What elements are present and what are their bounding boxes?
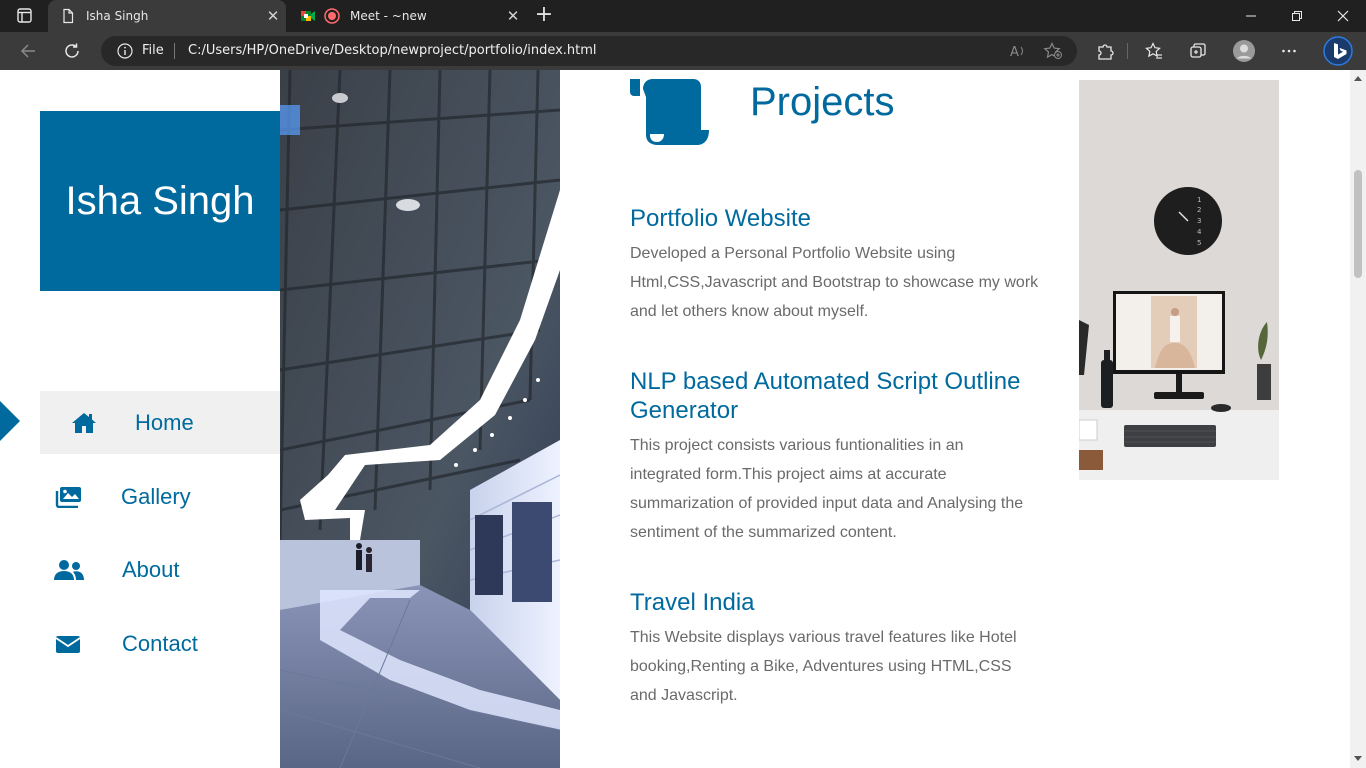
nav-label: Gallery	[121, 483, 191, 509]
refresh-icon	[65, 43, 79, 58]
tab-meet[interactable]: Meet - ~new ✕	[288, 0, 526, 32]
nav-contact[interactable]: Contact	[40, 612, 280, 675]
project-description: Developed a Personal Portfolio Website u…	[630, 245, 1039, 320]
address-separator	[174, 43, 175, 59]
svg-text:3: 3	[1197, 217, 1201, 225]
meet-icon	[301, 11, 315, 21]
page-viewport: Isha Singh Home Gallery About Contact Pr…	[0, 70, 1350, 768]
project-title: NLP based Automated Script Outline Gener…	[630, 368, 1021, 424]
project-title: Travel India	[630, 589, 755, 616]
profile-button[interactable]	[1230, 37, 1258, 65]
collections-icon	[1190, 43, 1206, 58]
url-text[interactable]: C:/Users/HP/OneDrive/Desktop/newproject/…	[188, 43, 597, 58]
read-aloud-icon[interactable]: A	[1009, 42, 1027, 60]
site-info-label[interactable]: File	[142, 43, 164, 58]
restore-button[interactable]	[1274, 0, 1320, 32]
tab-close-button[interactable]: ✕	[500, 7, 526, 25]
minimize-button[interactable]	[1228, 0, 1274, 32]
scroll-thumb[interactable]	[1354, 170, 1362, 278]
tab-title: Meet - ~new	[350, 9, 427, 23]
restore-icon	[1292, 11, 1302, 21]
close-icon	[1337, 10, 1349, 22]
toolbar-divider	[1127, 43, 1128, 59]
svg-text:2: 2	[1197, 206, 1201, 214]
tab-title: Isha Singh	[86, 9, 149, 23]
page-icon	[63, 8, 74, 24]
extensions-button[interactable]	[1091, 37, 1119, 65]
bing-button[interactable]	[1322, 35, 1354, 67]
svg-text:5: 5	[1197, 239, 1201, 247]
desk-photo: 1 2 3 4 5	[1079, 80, 1279, 480]
add-favorite-icon[interactable]	[1043, 42, 1063, 60]
nav-label: Home	[135, 409, 194, 435]
project-description: This project consists various funtionali…	[630, 437, 1024, 541]
gallery-icon	[54, 485, 84, 509]
nav-label: Contact	[122, 630, 198, 656]
tab-isha-singh[interactable]: Isha Singh ✕	[48, 0, 286, 32]
settings-menu-button[interactable]	[1275, 37, 1303, 65]
nav-label: About	[122, 556, 180, 582]
scroll-up-arrow-icon[interactable]	[1354, 76, 1362, 81]
bing-icon	[1323, 36, 1353, 66]
collections-button[interactable]	[1184, 37, 1212, 65]
project-description: This Website displays various travel fea…	[630, 629, 1017, 704]
browser-tab-bar: Isha Singh ✕ Meet - ~new ✕ +	[0, 0, 1366, 32]
home-icon	[69, 411, 99, 435]
project-item: NLP based Automated Script Outline Gener…	[630, 367, 1030, 547]
favorites-icon	[1145, 42, 1162, 59]
more-icon	[1282, 49, 1296, 53]
close-window-button[interactable]	[1320, 0, 1366, 32]
tunnel-photo	[280, 70, 560, 768]
project-item: Travel India This Website displays vario…	[630, 588, 1035, 710]
project-title: Portfolio Website	[630, 205, 811, 232]
envelope-icon	[53, 632, 83, 656]
tab-actions-button[interactable]	[8, 6, 40, 26]
svg-text:4: 4	[1197, 228, 1202, 236]
new-tab-button[interactable]: +	[532, 4, 556, 28]
svg-text:A: A	[1010, 45, 1019, 60]
back-arrow-icon	[20, 44, 35, 58]
back-button[interactable]	[14, 37, 42, 65]
info-icon[interactable]	[117, 43, 133, 59]
svg-text:1: 1	[1197, 196, 1201, 204]
address-bar[interactable]: File C:/Users/HP/OneDrive/Desktop/newpro…	[101, 36, 1077, 66]
nav-home[interactable]: Home	[40, 391, 280, 454]
site-owner-name: Isha Singh	[65, 178, 255, 223]
recording-icon	[324, 8, 340, 24]
minimize-icon	[1246, 15, 1256, 17]
section-title: Projects	[750, 80, 895, 124]
tab-close-button[interactable]: ✕	[260, 7, 286, 25]
users-icon	[54, 558, 84, 582]
browser-toolbar: File C:/Users/HP/OneDrive/Desktop/newpro…	[0, 32, 1366, 70]
nav-about[interactable]: About	[40, 538, 280, 601]
scroll-icon	[628, 79, 712, 145]
tab-actions-icon	[17, 8, 32, 23]
nav-gallery[interactable]: Gallery	[40, 465, 280, 528]
scroll-down-arrow-icon[interactable]	[1354, 756, 1362, 761]
active-nav-pointer	[0, 401, 20, 441]
vertical-scrollbar[interactable]	[1350, 70, 1366, 768]
name-banner: Isha Singh	[40, 111, 280, 291]
puzzle-icon	[1098, 44, 1114, 60]
favorites-button[interactable]	[1140, 37, 1168, 65]
project-item: Portfolio Website Developed a Personal P…	[630, 204, 1040, 326]
avatar-icon	[1233, 40, 1255, 62]
refresh-button[interactable]	[58, 37, 86, 65]
